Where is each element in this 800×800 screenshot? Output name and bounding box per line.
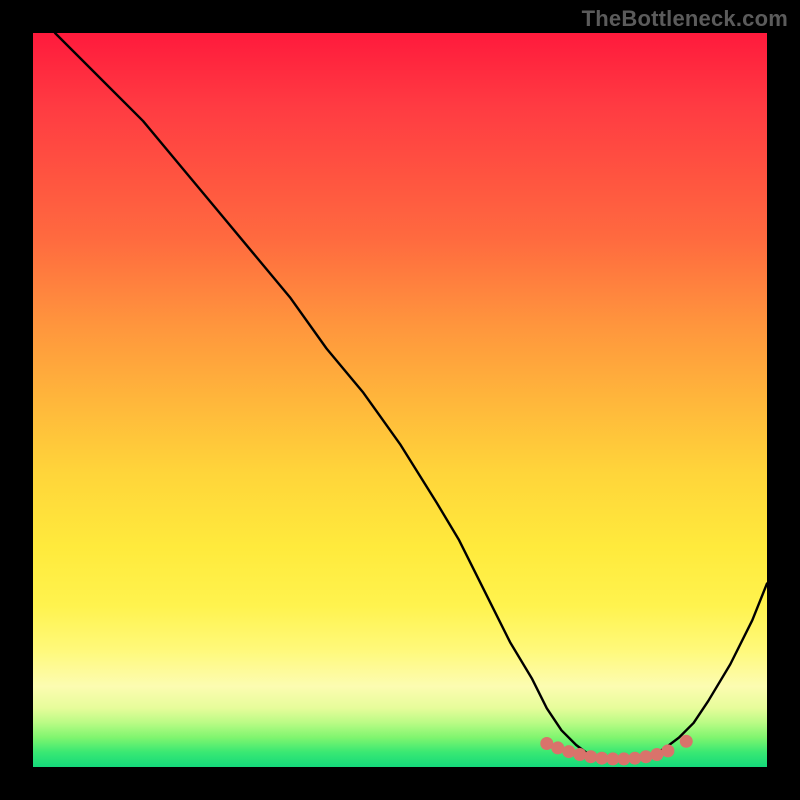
highlight-dot	[584, 750, 597, 763]
highlight-dot	[650, 748, 663, 761]
highlight-dot	[680, 735, 693, 748]
watermark-text: TheBottleneck.com	[582, 6, 788, 32]
highlight-dot	[639, 750, 652, 763]
highlight-dot	[562, 745, 575, 758]
chart-frame: TheBottleneck.com	[0, 0, 800, 800]
highlight-dot	[595, 752, 608, 765]
highlight-dot	[661, 744, 674, 757]
chart-overlay-svg	[33, 33, 767, 767]
highlight-dot	[573, 748, 586, 761]
highlight-dot	[617, 752, 630, 765]
highlight-dot	[551, 741, 564, 754]
highlight-dots-group	[540, 735, 692, 766]
bottleneck-curve	[55, 33, 767, 760]
highlight-dot	[628, 752, 641, 765]
